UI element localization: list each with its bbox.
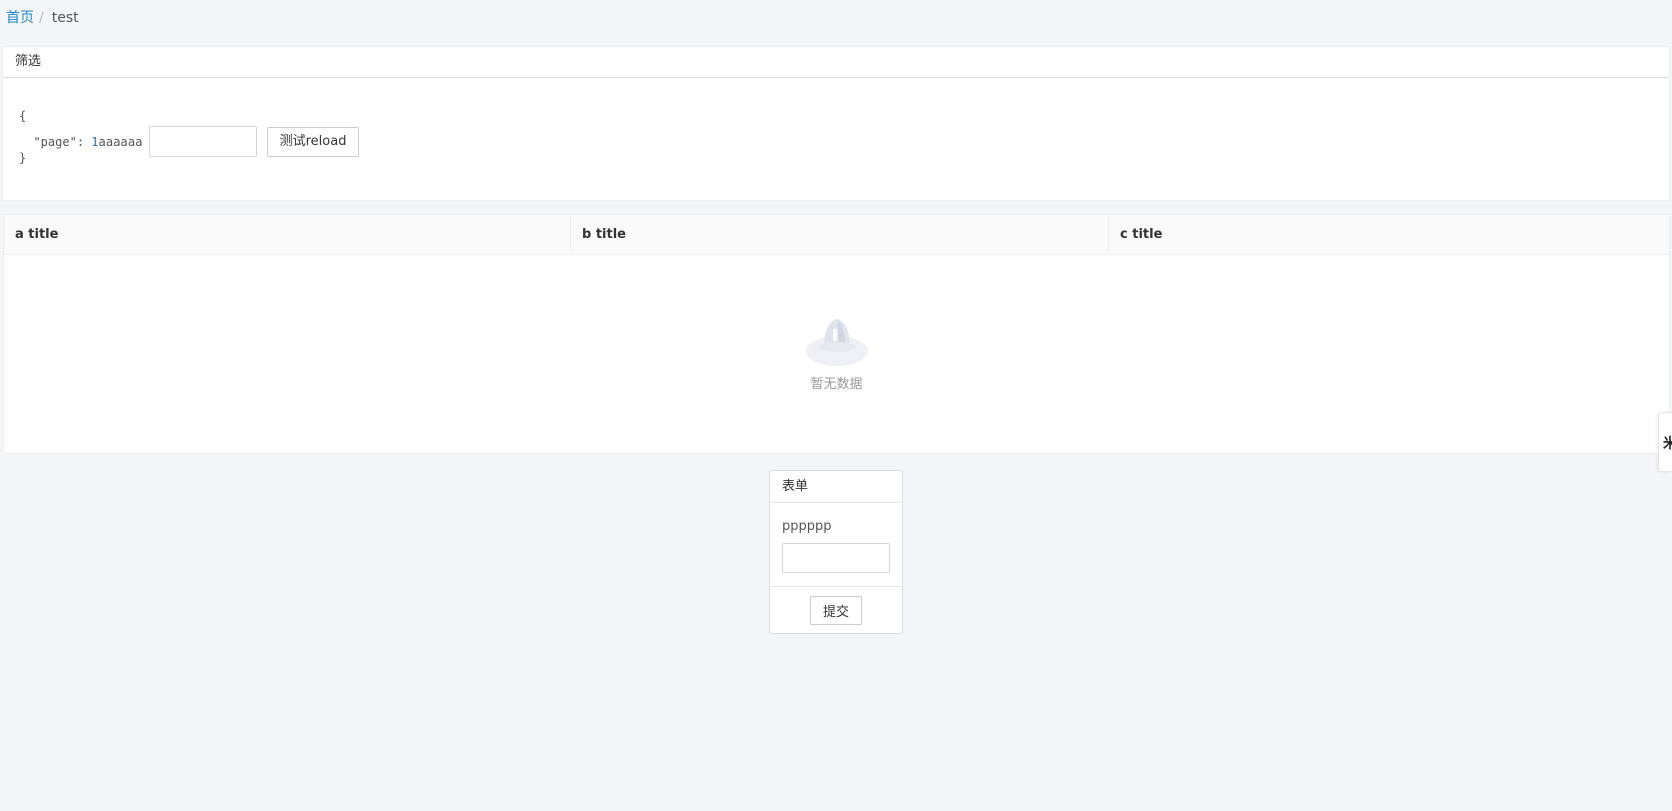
json-colon: : (76, 134, 92, 149)
json-key: "page" (33, 134, 77, 149)
json-close-brace: } (19, 151, 27, 165)
form-field-label: pppppp (782, 519, 832, 534)
table-empty-state: 暂无数据 (4, 315, 1669, 392)
column-header-b[interactable]: b title (571, 215, 1109, 254)
side-tab-glyph: 米 (1663, 436, 1672, 452)
column-header-a[interactable]: a title (4, 215, 571, 254)
form-card: 表单 pppppp 提交 (769, 470, 903, 634)
empty-box-icon (805, 319, 868, 366)
breadcrumb: 首页 / test (6, 8, 79, 28)
submit-button[interactable]: 提交 (809, 595, 862, 625)
breadcrumb-home-link[interactable]: 首页 (6, 10, 34, 26)
form-title: 表单 (770, 471, 902, 503)
side-drawer-tab[interactable]: 米 (1658, 412, 1672, 472)
column-header-c[interactable]: c title (1109, 215, 1669, 254)
json-open-brace: { (19, 109, 27, 123)
form-body: pppppp (770, 503, 902, 587)
filter-panel-body: { "page": 1 aaaaaa 测试reload } (3, 78, 1669, 201)
form-footer: 提交 (770, 587, 902, 633)
json-page-line: "page": 1 aaaaaa 测试reload (19, 126, 360, 157)
empty-state-text: 暂无数据 (810, 377, 863, 392)
json-value-suffix: aaaaaa (98, 134, 143, 149)
form-field-input[interactable] (782, 543, 890, 573)
breadcrumb-current: test (51, 10, 79, 26)
json-value: 1 (91, 134, 99, 149)
test-reload-button[interactable]: 测试reload (266, 126, 360, 157)
filter-panel-title: 筛选 (3, 47, 1669, 78)
filter-panel: 筛选 { "page": 1 aaaaaa 测试reload } (2, 46, 1670, 201)
data-table: a title b title c title 暂无数据 (3, 214, 1670, 454)
breadcrumb-separator: / (39, 10, 44, 26)
table-header: a title b title c title (4, 215, 1669, 255)
page-input[interactable] (148, 126, 257, 157)
